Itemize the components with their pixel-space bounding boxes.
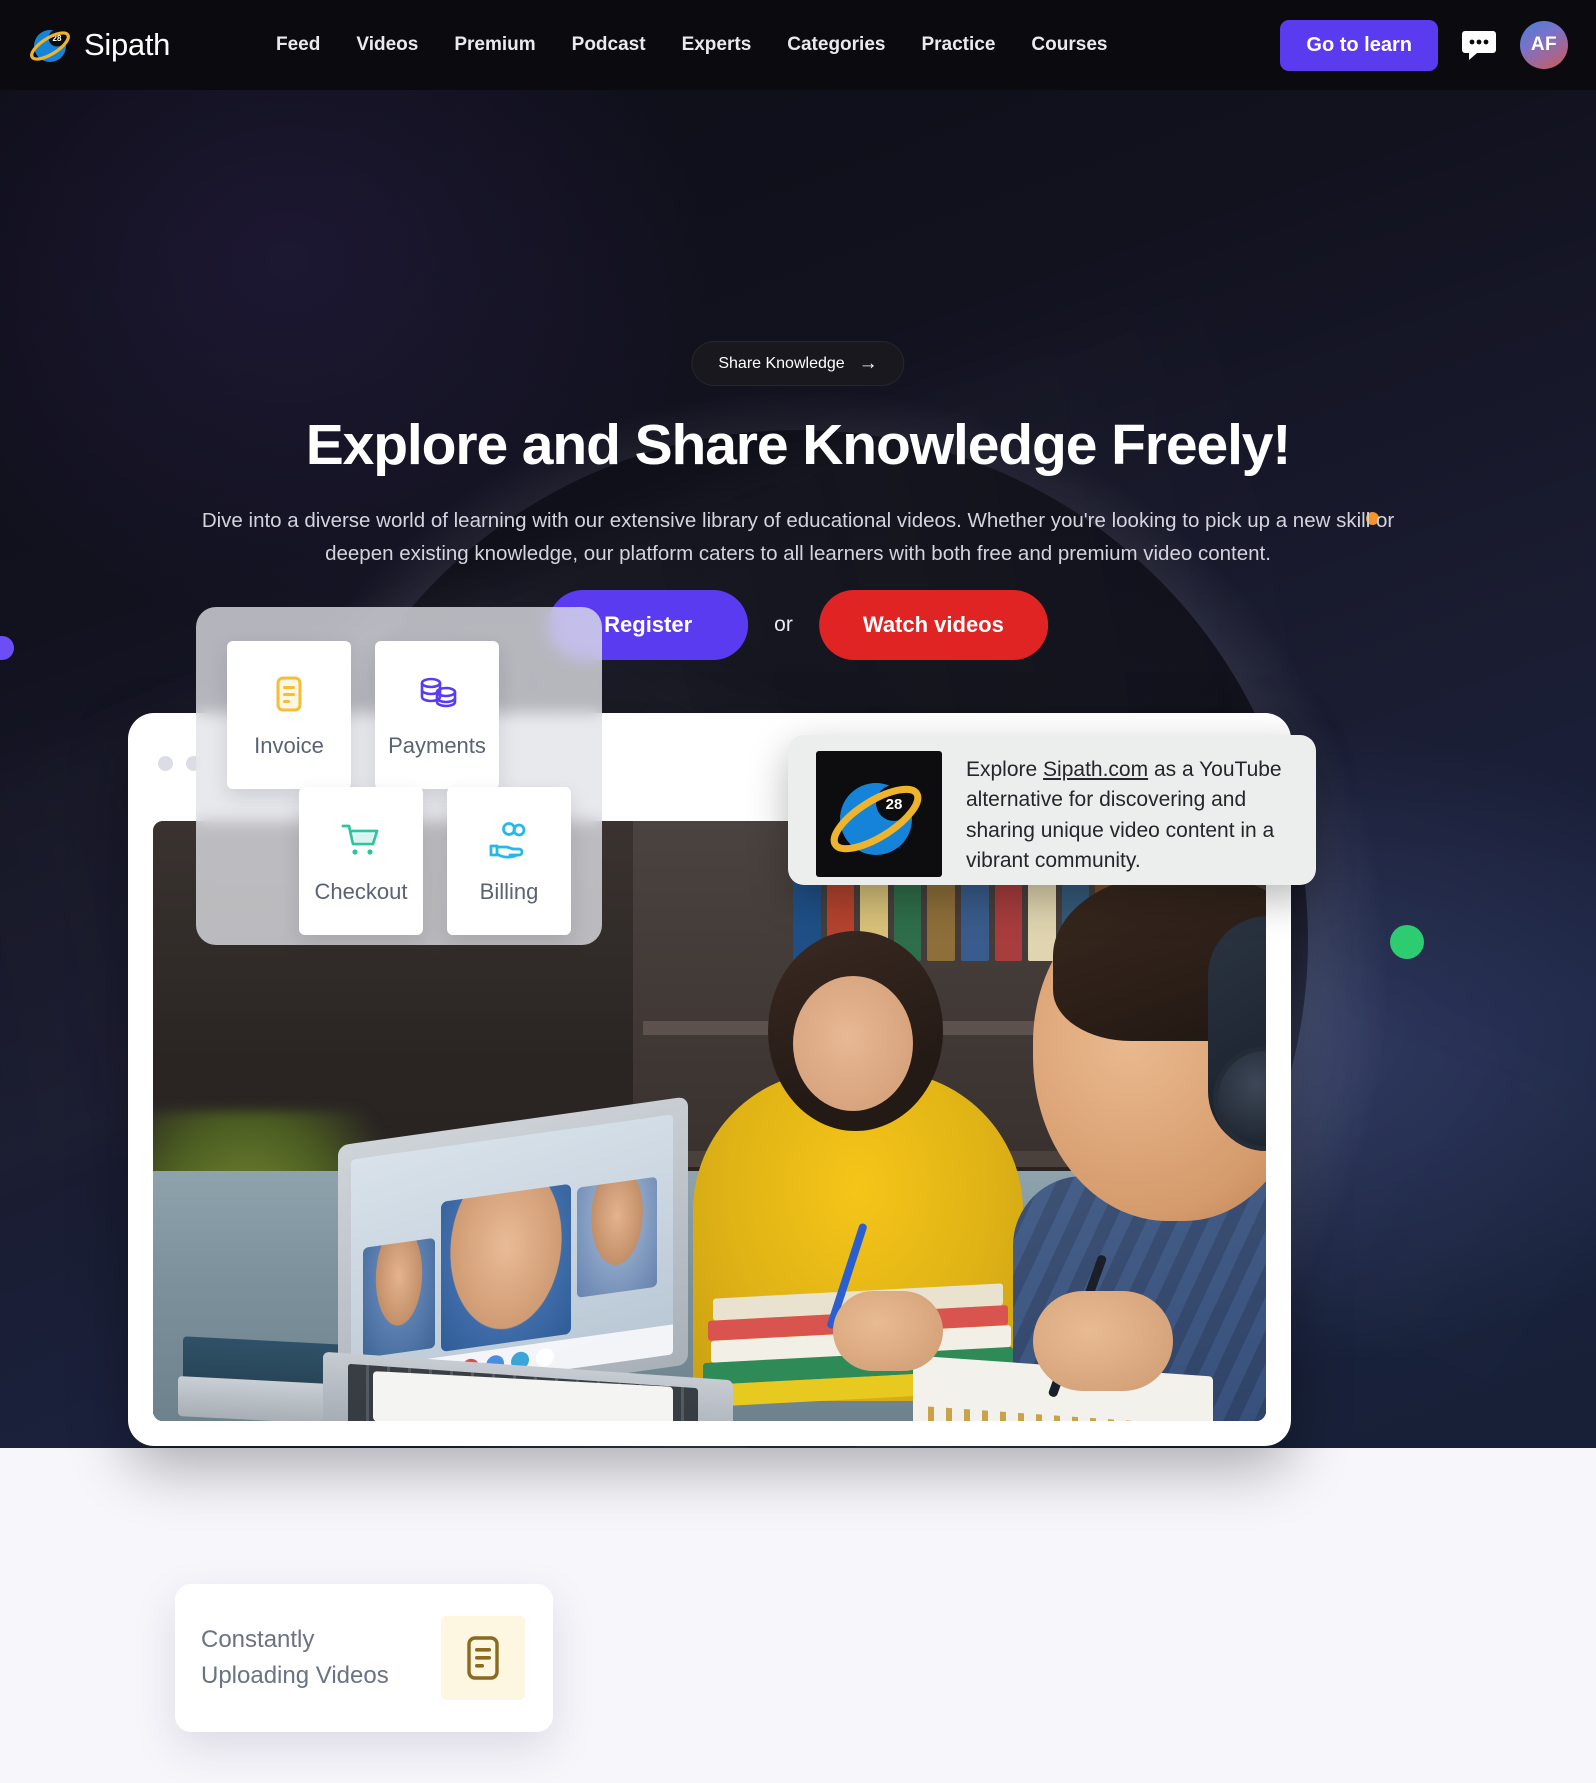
nav-item-premium[interactable]: Premium <box>454 34 535 56</box>
upload-card-line2: Uploading Videos <box>201 1662 389 1689</box>
constantly-uploading-card: Constantly Uploading Videos <box>175 1584 553 1732</box>
tile-checkout[interactable]: Checkout <box>299 787 423 935</box>
document-lines-icon <box>441 1616 525 1700</box>
chat-bubble-icon[interactable] <box>1460 26 1498 64</box>
top-navigation-bar: 28 Sipath Feed Videos Premium Podcast Ex… <box>0 0 1596 90</box>
sipath-info-tooltip-card: 28 Explore Sipath.com as a YouTube alter… <box>788 735 1316 885</box>
sipath-com-link[interactable]: Sipath.com <box>1043 758 1148 781</box>
tooltip-text: Explore Sipath.com as a YouTube alternat… <box>966 751 1294 877</box>
share-knowledge-label: Share Knowledge <box>718 354 845 372</box>
hero-title: Explore and Share Knowledge Freely! <box>305 413 1292 477</box>
landing-page: 28 Sipath Feed Videos Premium Podcast Ex… <box>0 0 1596 1783</box>
nav-item-practice[interactable]: Practice <box>921 34 995 56</box>
upload-card-text: Constantly Uploading Videos <box>201 1622 389 1694</box>
cta-or-label: or <box>774 613 793 636</box>
tile-payments-label: Payments <box>388 733 486 758</box>
arrow-right-icon: → <box>858 353 878 374</box>
tile-billing-label: Billing <box>479 879 539 904</box>
sipath-planet-logo-icon: 28 <box>26 20 76 70</box>
browser-dot-1 <box>158 755 173 771</box>
nav-item-videos[interactable]: Videos <box>356 34 418 56</box>
tile-invoice-label: Invoice <box>254 733 324 758</box>
decorative-dot-green <box>1390 925 1424 959</box>
tile-billing[interactable]: Billing <box>447 787 571 935</box>
coin-stack-icon <box>414 671 460 717</box>
payments-widget-card: Invoice Payments Checkout Billing <box>196 607 602 945</box>
invoice-document-icon <box>266 671 312 717</box>
nav-item-experts[interactable]: Experts <box>682 34 752 56</box>
go-to-learn-button[interactable]: Go to learn <box>1280 19 1438 71</box>
watch-videos-button[interactable]: Watch videos <box>818 590 1048 660</box>
nav-item-podcast[interactable]: Podcast <box>572 34 646 56</box>
tile-payments[interactable]: Payments <box>375 641 499 789</box>
shopping-cart-icon <box>338 817 384 863</box>
hand-coins-icon <box>486 817 532 863</box>
primary-nav: Feed Videos Premium Podcast Experts Cate… <box>276 34 1107 56</box>
tile-checkout-label: Checkout <box>314 879 408 904</box>
user-avatar[interactable]: AF <box>1520 21 1568 69</box>
sipath-logo-thumbnail: 28 <box>816 751 942 877</box>
brand-name: Sipath <box>84 27 171 62</box>
share-knowledge-pill-button[interactable]: Share Knowledge → <box>691 341 905 386</box>
svg-text:28: 28 <box>886 796 903 813</box>
tile-invoice[interactable]: Invoice <box>227 641 351 789</box>
nav-item-categories[interactable]: Categories <box>787 34 885 56</box>
hero-cta-row: Register or Watch videos <box>548 590 1048 660</box>
tooltip-text-before: Explore <box>966 758 1044 781</box>
nav-item-feed[interactable]: Feed <box>276 34 320 56</box>
nav-item-courses[interactable]: Courses <box>1031 34 1107 56</box>
upload-card-line1: Constantly <box>201 1626 315 1653</box>
nav-actions: Go to learn AF <box>1280 19 1568 71</box>
hero-subtitle: Dive into a diverse world of learning wi… <box>201 509 1395 565</box>
brand-logo-link[interactable]: 28 Sipath <box>26 20 206 70</box>
